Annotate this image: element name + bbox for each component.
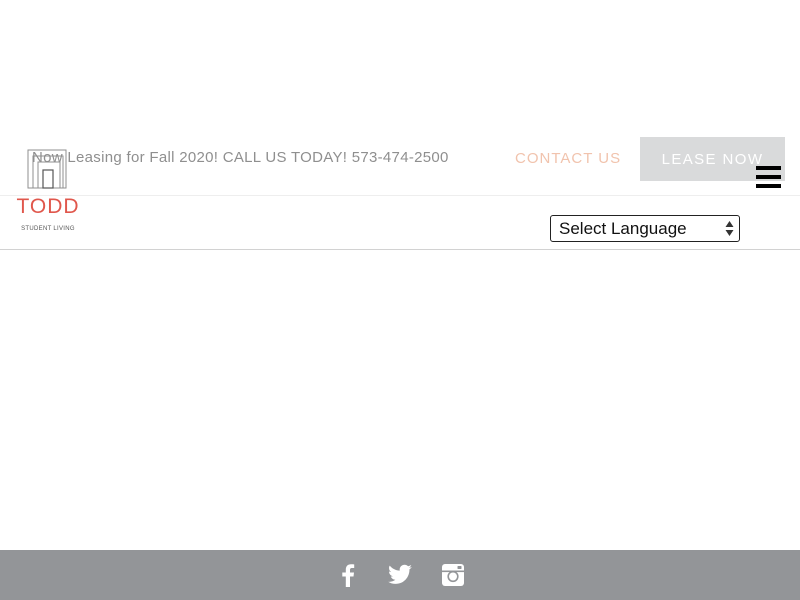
page: Now Leasing for Fall 2020! CALL US TODAY… bbox=[0, 0, 800, 600]
announcement-bar: Now Leasing for Fall 2020! CALL US TODAY… bbox=[0, 137, 800, 181]
logo-mark-icon bbox=[27, 149, 67, 189]
logo-tagline: STUDENT LIVING bbox=[21, 226, 75, 232]
logo-wordmark: TODD bbox=[16, 195, 80, 218]
nav-divider bbox=[0, 249, 800, 250]
language-select-value: Select Language bbox=[559, 219, 687, 238]
contact-us-link[interactable]: CONTACT US bbox=[515, 150, 621, 167]
select-arrows-icon bbox=[725, 221, 734, 236]
twitter-icon[interactable] bbox=[387, 562, 413, 588]
instagram-icon[interactable] bbox=[440, 562, 466, 588]
footer bbox=[0, 550, 800, 600]
facebook-icon[interactable] bbox=[335, 562, 361, 588]
header-divider bbox=[0, 195, 800, 196]
announcement-text: Now Leasing for Fall 2020! CALL US TODAY… bbox=[32, 149, 449, 166]
logo[interactable]: TODD STUDENT LIVING bbox=[14, 148, 84, 238]
language-select[interactable]: Select Language bbox=[550, 215, 740, 242]
hamburger-menu-icon[interactable] bbox=[756, 166, 781, 188]
